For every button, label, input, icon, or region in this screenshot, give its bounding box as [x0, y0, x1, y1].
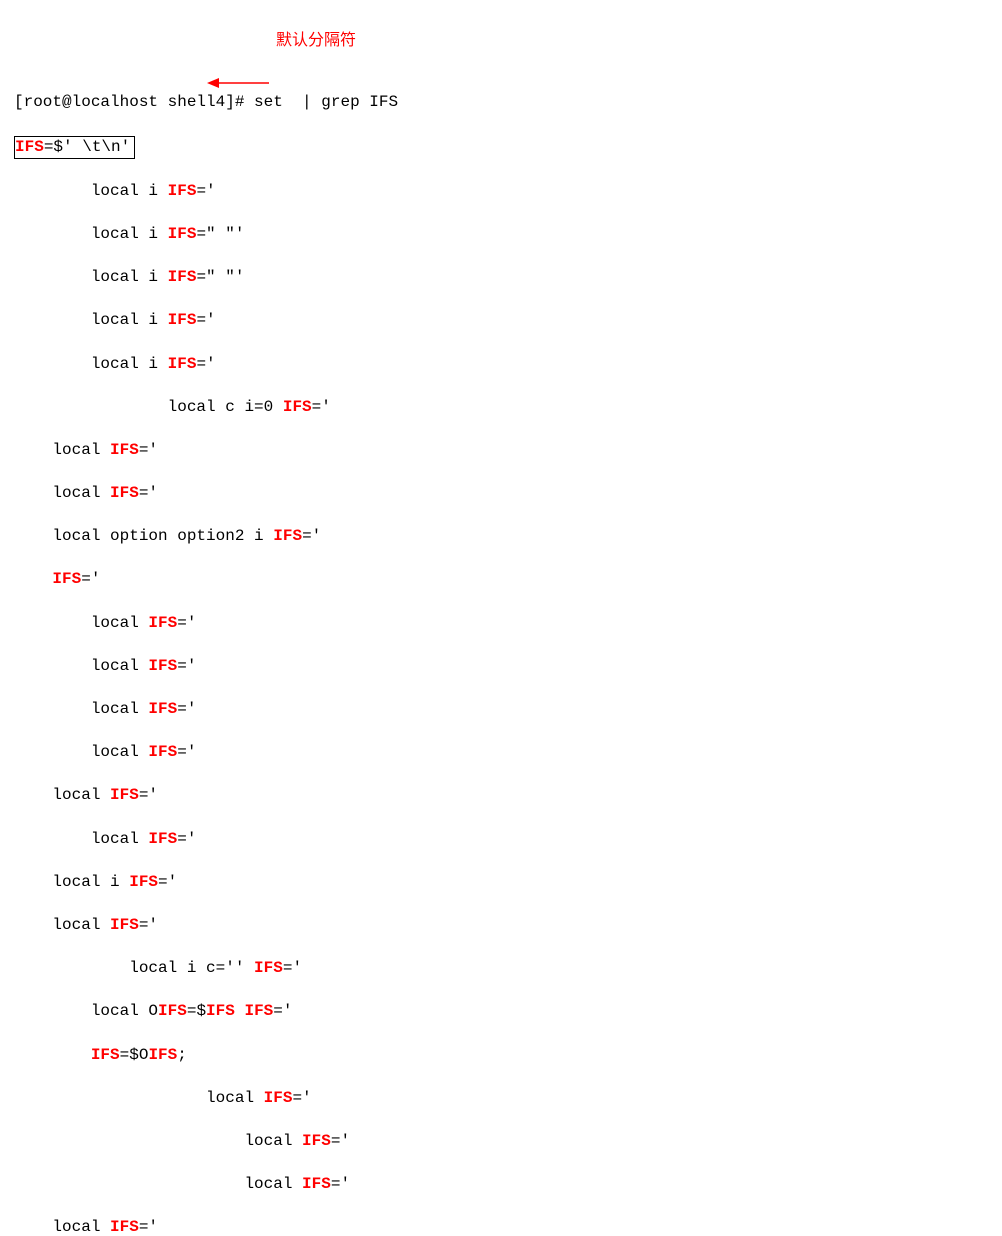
annotation-text: 默认分隔符	[276, 30, 356, 52]
ifs-keyword: IFS	[148, 1046, 177, 1064]
arrow-icon	[207, 32, 269, 113]
ifs-keyword: IFS	[110, 916, 139, 934]
ifs-keyword: IFS	[148, 743, 177, 761]
output-line: local IFS='	[14, 742, 988, 764]
ifs-keyword: IFS	[168, 182, 197, 200]
output-line: local IFS='	[14, 1088, 988, 1110]
ifs-keyword: IFS	[110, 441, 139, 459]
output-line: local IFS='	[14, 440, 988, 462]
output-line: local i IFS='	[14, 310, 988, 332]
output-line: local IFS='	[14, 915, 988, 937]
output-line: local IFS='	[14, 829, 988, 851]
ifs-keyword: IFS	[283, 398, 312, 416]
ifs-keyword: IFS	[168, 268, 197, 286]
output-line: local i IFS=" "'	[14, 267, 988, 289]
output-line: local option option2 i IFS='	[14, 526, 988, 548]
ifs-keyword: IFS	[148, 700, 177, 718]
output-line: IFS='	[14, 569, 988, 591]
output-line: local c i=0 IFS='	[14, 397, 988, 419]
output-line: IFS=$OIFS;	[14, 1045, 988, 1067]
output-line: local IFS='	[14, 613, 988, 635]
ifs-keyword: IFS	[273, 527, 302, 545]
output-line: local IFS='	[14, 1217, 988, 1236]
ifs-keyword: IFS	[254, 959, 283, 977]
ifs-keyword: IFS	[158, 1002, 187, 1020]
ifs-keyword: IFS	[206, 1002, 235, 1020]
ifs-keyword: IFS	[168, 311, 197, 329]
ifs-keyword: IFS	[110, 1218, 139, 1236]
ifs-keyword: IFS	[148, 830, 177, 848]
ifs-keyword: IFS	[264, 1089, 293, 1107]
output-line: local i IFS='	[14, 872, 988, 894]
output-line: local i IFS='	[14, 354, 988, 376]
ifs-keyword: IFS	[110, 484, 139, 502]
ifs-keyword: IFS	[110, 786, 139, 804]
ifs-keyword: IFS	[168, 225, 197, 243]
output-line: local i IFS=" "'	[14, 224, 988, 246]
output-line: local IFS='	[14, 656, 988, 678]
ifs-keyword: IFS	[302, 1175, 331, 1193]
output-line: local IFS='	[14, 483, 988, 505]
ifs-keyword: IFS	[148, 614, 177, 632]
output-line: local IFS='	[14, 1174, 988, 1196]
prompt-line: [root@localhost shell4]# set | grep IFS	[14, 92, 988, 114]
ifs-keyword: IFS	[302, 1132, 331, 1150]
output-boxed-line: IFS=$' \t\n'	[14, 136, 988, 160]
ifs-keyword: IFS	[129, 873, 158, 891]
ifs-keyword: IFS	[244, 1002, 273, 1020]
output-line: local IFS='	[14, 785, 988, 807]
output-line: local IFS='	[14, 699, 988, 721]
output-line: local IFS='	[14, 1131, 988, 1153]
ifs-keyword: IFS	[148, 657, 177, 675]
ifs-keyword: IFS	[168, 355, 197, 373]
command-text: set | grep IFS	[254, 93, 398, 111]
output-line: local OIFS=$IFS IFS='	[14, 1001, 988, 1023]
output-line: local i IFS='	[14, 181, 988, 203]
ifs-keyword: IFS	[91, 1046, 120, 1064]
output-line: local i c='' IFS='	[14, 958, 988, 980]
boxed-result: IFS=$' \t\n'	[14, 136, 135, 160]
ifs-keyword: IFS	[52, 570, 81, 588]
ifs-keyword: IFS	[15, 138, 44, 156]
